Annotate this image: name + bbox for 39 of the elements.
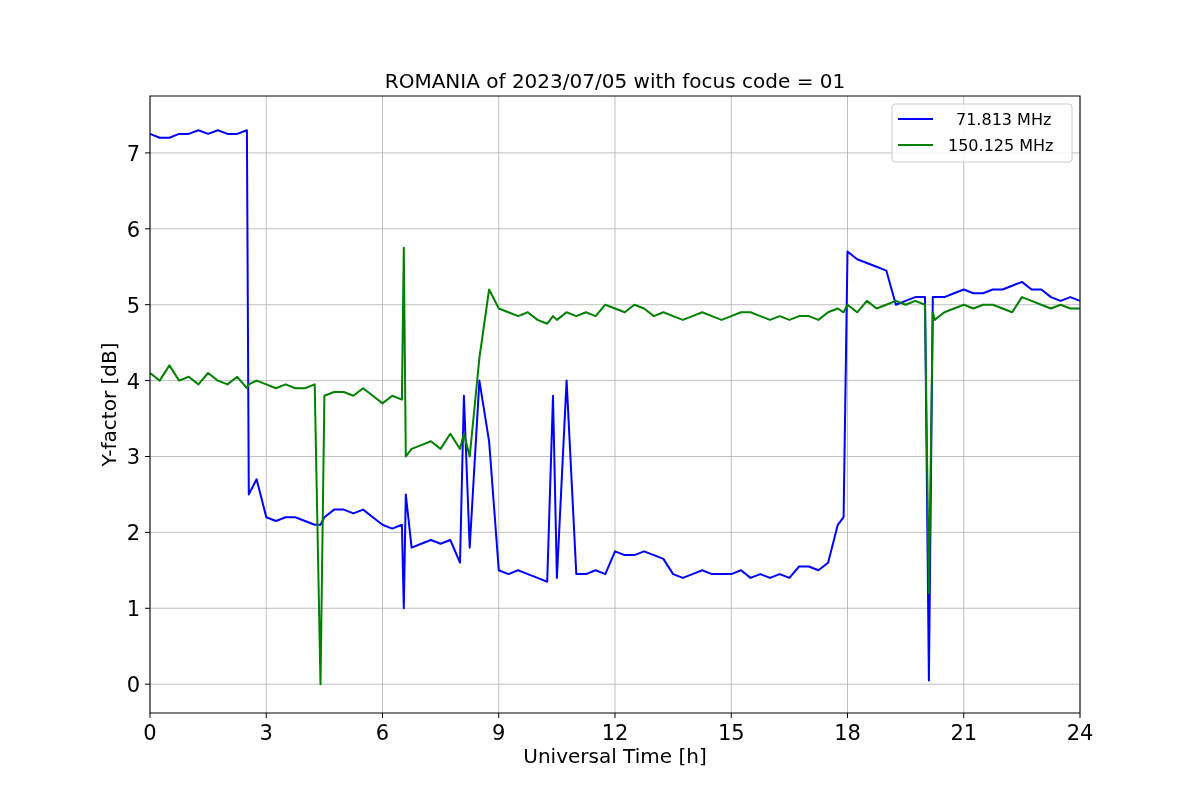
chart-title: ROMANIA of 2023/07/05 with focus code = 01 [384, 69, 846, 93]
x-tick-label: 21 [950, 721, 978, 745]
y-tick-label: 7 [126, 141, 140, 166]
x-tick-mark [614, 712, 616, 719]
x-tick-mark [149, 712, 151, 719]
x-tick-label: 18 [834, 721, 861, 745]
y-tick-mark [144, 683, 151, 685]
x-tick-mark [498, 712, 500, 719]
x-tick-label: 6 [375, 721, 390, 745]
y-tick-label: 3 [126, 445, 140, 470]
legend-label: 150.125 MHz [948, 136, 1054, 155]
legend-label: 71.813 MHz [956, 110, 1052, 129]
y-tick-mark [144, 304, 151, 306]
y-tick-label: 4 [126, 369, 140, 394]
x-tick-label: 0 [143, 721, 157, 745]
y-tick-label: 0 [126, 673, 140, 698]
y-tick-label: 6 [126, 217, 140, 242]
x-tick-mark [847, 712, 848, 719]
x-tick-mark [382, 712, 383, 719]
y-tick-mark [144, 456, 151, 457]
x-tick-label: 9 [492, 721, 506, 745]
y-axis-label: Y-factor [dB] [97, 342, 121, 467]
x-tick-label: 12 [601, 721, 629, 745]
x-axis-label: Universal Time [h] [523, 744, 707, 768]
y-tick-mark [144, 152, 151, 154]
y-tick-mark [144, 607, 151, 609]
x-tick-label: 15 [717, 721, 745, 745]
y-tick-mark [144, 228, 151, 230]
x-tick-mark [1079, 712, 1081, 719]
x-tick-mark [963, 712, 965, 719]
y-tick-label: 5 [126, 293, 140, 318]
y-tick-mark [144, 380, 151, 382]
y-tick-label: 1 [126, 597, 140, 622]
y-tick-mark [144, 531, 151, 533]
x-tick-mark [730, 712, 732, 719]
y-tick-label: 2 [126, 521, 140, 546]
x-tick-label: 3 [259, 721, 273, 745]
x-tick-mark [265, 712, 267, 719]
x-tick-label: 24 [1066, 721, 1094, 745]
